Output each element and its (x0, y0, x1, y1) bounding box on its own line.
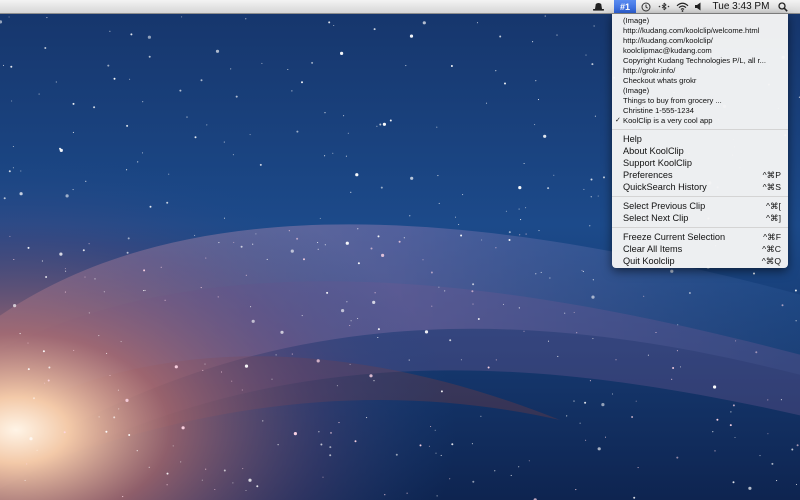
clip-label: http://kudang.com/koolclip/ (623, 36, 713, 45)
menu-item-about[interactable]: About KoolClip (612, 145, 788, 157)
clip-label: KoolClip is a very cool app (623, 116, 713, 125)
clip-label: Things to buy from grocery ... (623, 96, 722, 105)
keyboard-shortcut: ^⌘S (762, 182, 781, 192)
clip-item[interactable]: Things to buy from grocery ... (612, 96, 788, 106)
menu-item-label: Preferences (623, 170, 673, 180)
wifi-icon[interactable] (675, 0, 689, 13)
menu-item-help[interactable]: Help (612, 133, 788, 145)
clip-item[interactable]: ✓ KoolClip is a very cool app (612, 116, 788, 126)
keyboard-shortcut: ^⌘P (762, 170, 781, 180)
menu-separator (612, 196, 788, 197)
bluetooth-icon[interactable] (657, 0, 671, 13)
clip-item[interactable]: (Image) (612, 86, 788, 96)
menu-item-label: Select Next Clip (623, 213, 689, 223)
menu-item-select-previous-clip[interactable]: Select Previous Clip ^⌘[ (612, 200, 788, 212)
clip-item[interactable]: Checkout whats grokr (612, 76, 788, 86)
menu-item-label: Help (623, 134, 642, 144)
keyboard-shortcut: ^⌘] (765, 213, 781, 223)
clip-label: (Image) (623, 16, 650, 25)
clip-label: Christine 1-555-1234 (623, 106, 694, 115)
keyboard-shortcut: ^⌘Q (761, 256, 781, 266)
menu-item-label: Quit Koolclip (623, 256, 675, 266)
time-machine-icon[interactable] (640, 0, 652, 13)
menu-item-label: Clear All Items (623, 244, 683, 254)
menu-item-freeze-selection[interactable]: Freeze Current Selection ^⌘F (612, 231, 788, 243)
volume-icon[interactable] (692, 0, 704, 13)
keyboard-shortcut: ^⌘F (763, 232, 781, 242)
menu-separator (612, 227, 788, 228)
clip-label: http://grokr.info/ (623, 66, 676, 75)
koolclip-menu-extra[interactable]: #1 (614, 0, 636, 13)
koolclip-dropdown-menu: (Image) http://kudang.com/koolclip/welcom… (612, 14, 788, 268)
menu-separator (612, 129, 788, 130)
clip-item[interactable]: http://kudang.com/koolclip/ (612, 36, 788, 46)
keyboard-shortcut: ^⌘C (762, 244, 781, 254)
clip-history-list: (Image) http://kudang.com/koolclip/welcom… (612, 16, 788, 126)
clip-item[interactable]: Christine 1-555-1234 (612, 106, 788, 116)
menu-item-label: Support KoolClip (623, 158, 692, 168)
menu-item-select-next-clip[interactable]: Select Next Clip ^⌘] (612, 212, 788, 224)
clip-item[interactable]: http://kudang.com/koolclip/welcome.html (612, 26, 788, 36)
clip-label: http://kudang.com/koolclip/welcome.html (623, 26, 760, 35)
menu-item-clear-all[interactable]: Clear All Items ^⌘C (612, 243, 788, 255)
clip-item[interactable]: Copyright Kudang Technologies P/L, all r… (612, 56, 788, 66)
clip-item[interactable]: koolclipmac@kudang.com (612, 46, 788, 56)
hat-icon[interactable] (591, 0, 605, 13)
clip-label: koolclipmac@kudang.com (623, 46, 712, 55)
menu-item-label: Select Previous Clip (623, 201, 706, 211)
clip-label: Copyright Kudang Technologies P/L, all r… (623, 56, 766, 65)
checkmark-icon: ✓ (615, 117, 621, 124)
menu-item-support[interactable]: Support KoolClip (612, 157, 788, 169)
clip-label: (Image) (623, 86, 650, 95)
clip-label: Checkout whats grokr (623, 76, 697, 85)
clip-item[interactable]: (Image) (612, 16, 788, 26)
clip-item[interactable]: http://grokr.info/ (612, 66, 788, 76)
menu-item-label: QuickSearch History (623, 182, 707, 192)
menu-item-label: About KoolClip (623, 146, 684, 156)
menu-item-label: Freeze Current Selection (623, 232, 726, 242)
spotlight-icon[interactable] (776, 0, 790, 13)
menubar-clock[interactable]: Tue 3:43 PM (710, 0, 772, 13)
keyboard-shortcut: ^⌘[ (765, 201, 781, 211)
menu-bar: #1 Tue 3:43 PM (0, 0, 800, 14)
menu-item-preferences[interactable]: Preferences ^⌘P (612, 169, 788, 181)
menu-item-quit[interactable]: Quit Koolclip ^⌘Q (612, 255, 788, 267)
menu-item-quicksearch-history[interactable]: QuickSearch History ^⌘S (612, 181, 788, 193)
